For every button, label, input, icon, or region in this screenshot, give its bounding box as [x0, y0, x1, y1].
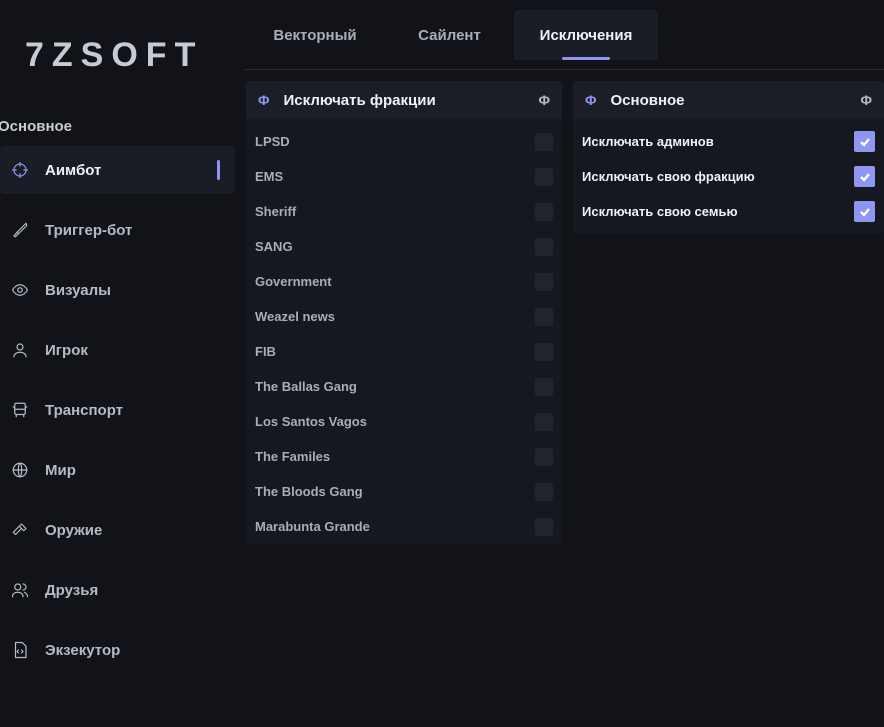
sidebar-item-label: Триггер-бот — [45, 221, 133, 239]
knife-icon — [10, 220, 30, 240]
checkbox[interactable] — [535, 307, 553, 326]
list-item[interactable]: SANG — [246, 229, 562, 264]
list-item[interactable]: Sheriff — [246, 194, 562, 229]
list-item[interactable]: Weazel news — [246, 299, 562, 334]
item-label: Los Santos Vagos — [255, 414, 367, 429]
list-item[interactable]: FIB — [246, 334, 562, 369]
sidebar-item-label: Мир — [45, 461, 76, 479]
tab-divider — [245, 69, 884, 70]
sidebar-item-world[interactable]: Мир — [0, 446, 235, 494]
sidebar-item-label: Транспорт — [45, 401, 124, 419]
checkbox-checked[interactable] — [854, 201, 875, 222]
item-label: FIB — [255, 344, 276, 359]
sidebar-item-aimbot[interactable]: Аимбот — [0, 146, 235, 194]
item-label: The Bloods Gang — [255, 484, 363, 499]
checkbox[interactable] — [535, 272, 553, 291]
user-icon — [10, 340, 30, 360]
list-item[interactable]: The Ballas Gang — [246, 369, 562, 404]
list-item[interactable]: Исключать админов — [573, 124, 884, 159]
list-item[interactable]: Marabunta Grande — [246, 509, 562, 544]
tab-label: Сайлент — [418, 26, 481, 44]
item-label: Weazel news — [255, 309, 335, 324]
main-panel: Φ Основное Φ Исключать админов Исключать… — [573, 81, 884, 234]
checkbox[interactable] — [535, 517, 553, 536]
item-label: The Ballas Gang — [255, 379, 357, 394]
tab-label: Векторный — [273, 26, 357, 44]
sidebar-item-label: Игрок — [45, 341, 88, 359]
factions-panel: Φ Исключать фракции Φ LPSD EMS Sheriff S… — [246, 81, 562, 544]
list-item[interactable]: LPSD — [246, 124, 562, 159]
checkbox[interactable] — [535, 342, 553, 361]
check-icon — [859, 137, 870, 147]
check-icon — [859, 172, 870, 182]
crosshair-icon — [10, 160, 30, 180]
item-label: LPSD — [255, 134, 290, 149]
eye-icon — [10, 280, 30, 300]
list-item[interactable]: The Bloods Gang — [246, 474, 562, 509]
phi-icon: Φ — [860, 92, 873, 108]
sidebar-item-label: Визуалы — [45, 281, 111, 299]
phi-icon: Φ — [538, 92, 551, 108]
item-label: Исключать админов — [582, 134, 714, 149]
sidebar-item-weapons[interactable]: Оружие — [0, 506, 235, 554]
checkbox[interactable] — [535, 447, 553, 466]
sidebar-item-label: Экзекутор — [45, 641, 121, 659]
item-label: SANG — [255, 239, 293, 254]
phi-icon: Φ — [585, 92, 597, 108]
item-label: Исключать свою семью — [582, 204, 738, 219]
factions-panel-header: Φ Исключать фракции Φ — [246, 81, 562, 119]
sidebar-item-executor[interactable]: Экзекутор — [0, 626, 235, 674]
list-item[interactable]: Government — [246, 264, 562, 299]
users-icon — [10, 580, 30, 600]
list-item[interactable]: The Familes — [246, 439, 562, 474]
sidebar-section-title: Основное — [0, 118, 73, 135]
tab-bar: Векторный Сайлент Исключения — [245, 10, 658, 60]
hammer-icon — [10, 520, 30, 540]
panel-title: Исключать фракции — [283, 91, 436, 109]
panel-title: Основное — [610, 91, 685, 109]
tab-exclusions[interactable]: Исключения — [514, 10, 658, 60]
list-item[interactable]: Исключать свою фракцию — [573, 159, 884, 194]
item-label: Government — [255, 274, 332, 289]
active-tab-underline — [562, 57, 610, 60]
list-item[interactable]: Исключать свою семью — [573, 194, 884, 229]
bus-icon — [10, 400, 30, 420]
checkbox[interactable] — [535, 132, 553, 151]
item-label: The Familes — [255, 449, 331, 464]
phi-icon: Φ — [258, 92, 270, 108]
active-indicator — [217, 160, 220, 180]
item-label: EMS — [255, 169, 284, 184]
tab-silent[interactable]: Сайлент — [385, 10, 514, 60]
checkbox[interactable] — [535, 412, 553, 431]
sidebar-item-label: Аимбот — [45, 161, 102, 179]
main-panel-header: Φ Основное Φ — [573, 81, 884, 119]
tab-vector[interactable]: Векторный — [245, 10, 385, 60]
app-logo: 7ZSOFT — [25, 36, 204, 74]
item-label: Sheriff — [255, 204, 297, 219]
tab-label: Исключения — [539, 26, 633, 44]
checkbox-checked[interactable] — [854, 131, 875, 152]
item-label: Marabunta Grande — [255, 519, 370, 534]
check-icon — [859, 207, 870, 217]
sidebar-item-visuals[interactable]: Визуалы — [0, 266, 235, 314]
sidebar-item-label: Друзья — [45, 581, 99, 599]
sidebar-item-transport[interactable]: Транспорт — [0, 386, 235, 434]
checkbox[interactable] — [535, 202, 553, 221]
sidebar-item-friends[interactable]: Друзья — [0, 566, 235, 614]
sidebar-item-player[interactable]: Игрок — [0, 326, 235, 374]
sidebar-item-label: Оружие — [45, 521, 103, 539]
checkbox[interactable] — [535, 377, 553, 396]
sidebar-item-triggerbot[interactable]: Триггер-бот — [0, 206, 235, 254]
list-item[interactable]: EMS — [246, 159, 562, 194]
code-file-icon — [10, 640, 30, 660]
checkbox[interactable] — [535, 482, 553, 501]
checkbox[interactable] — [535, 167, 553, 186]
globe-icon — [10, 460, 30, 480]
checkbox[interactable] — [535, 237, 553, 256]
checkbox-checked[interactable] — [854, 166, 875, 187]
item-label: Исключать свою фракцию — [582, 169, 755, 184]
list-item[interactable]: Los Santos Vagos — [246, 404, 562, 439]
